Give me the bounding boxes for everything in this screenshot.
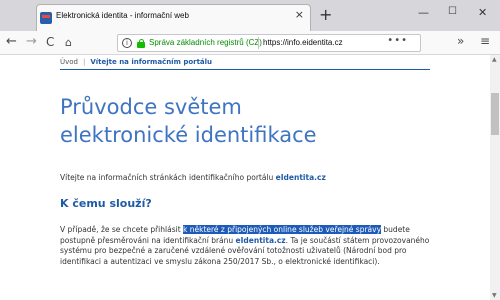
reload-button[interactable]: C — [46, 35, 54, 49]
tab-active[interactable]: Elektronická identita - informační web × — [36, 4, 311, 31]
close-window-button[interactable]: ✕ — [478, 6, 487, 19]
browser-window: Elektronická identita - informační web ×… — [0, 0, 500, 300]
forward-button[interactable]: → — [26, 34, 37, 49]
overflow-chevron-icon[interactable]: » — [457, 34, 464, 48]
breadcrumb: Úvod | Vítejte na informačním portálu — [60, 58, 212, 66]
scrollbar-thumb[interactable] — [491, 93, 499, 135]
lock-icon[interactable] — [137, 39, 145, 48]
scroll-up-arrow-icon[interactable]: ▲ — [492, 56, 497, 63]
vertical-scrollbar[interactable]: ▲ ▼ — [490, 55, 500, 300]
navigation-bar: ← → C ⌂ i Správa základních registrů (CZ… — [0, 31, 500, 55]
welcome-text: Vítejte na informačních stránkách identi… — [60, 173, 326, 182]
page-content: Úvod | Vítejte na informačním portálu Prův… — [0, 55, 490, 300]
eidentita-gateway-link[interactable]: eIdentita.cz — [236, 236, 286, 245]
tab-bar: Elektronická identita - informační web ×… — [0, 0, 500, 31]
close-tab-icon[interactable]: × — [295, 8, 304, 21]
breadcrumb-divider — [60, 69, 430, 70]
scroll-down-arrow-icon[interactable]: ▼ — [492, 292, 497, 299]
para-text-1: V případě, že se chcete přihlásit — [60, 225, 184, 234]
breadcrumb-home-link[interactable]: Úvod — [60, 58, 78, 66]
site-favicon-icon — [40, 12, 52, 24]
breadcrumb-separator: | — [83, 58, 86, 66]
home-button[interactable]: ⌂ — [65, 36, 72, 49]
url-divider — [258, 37, 259, 49]
page-actions-menu-icon[interactable]: ••• — [387, 35, 408, 46]
maximize-button[interactable]: ☐ — [448, 6, 457, 17]
url-bar[interactable]: i Správa základních registrů (CZ) https:… — [117, 34, 421, 52]
intro-paragraph: V případě, že se chcete přihlásit k někt… — [60, 225, 430, 267]
selected-text[interactable]: k některé z připojených online služeb ve… — [183, 225, 382, 234]
page-title-line2: elektronické identifikace — [60, 123, 317, 147]
tab-title: Elektronická identita - informační web — [56, 11, 189, 20]
section-heading: K čemu slouží? — [60, 197, 152, 210]
eidentita-link[interactable]: eIdentita.cz — [276, 173, 326, 182]
page-title: Průvodce světem elektronické identifikac… — [60, 93, 460, 149]
hamburger-menu-icon[interactable]: ≡ — [480, 34, 490, 48]
site-identity-label[interactable]: Správa základních registrů (CZ) — [149, 38, 262, 47]
minimize-button[interactable]: — — [418, 6, 429, 19]
page-title-line1: Průvodce světem — [60, 95, 242, 119]
back-button[interactable]: ← — [6, 34, 17, 49]
url-text[interactable]: https://info.eidentita.cz — [263, 38, 343, 47]
welcome-prefix: Vítejte na informačních stránkách identi… — [60, 173, 276, 182]
breadcrumb-current: Vítejte na informačním portálu — [90, 58, 213, 66]
new-tab-button[interactable]: + — [319, 5, 332, 24]
info-icon[interactable]: i — [122, 38, 132, 48]
